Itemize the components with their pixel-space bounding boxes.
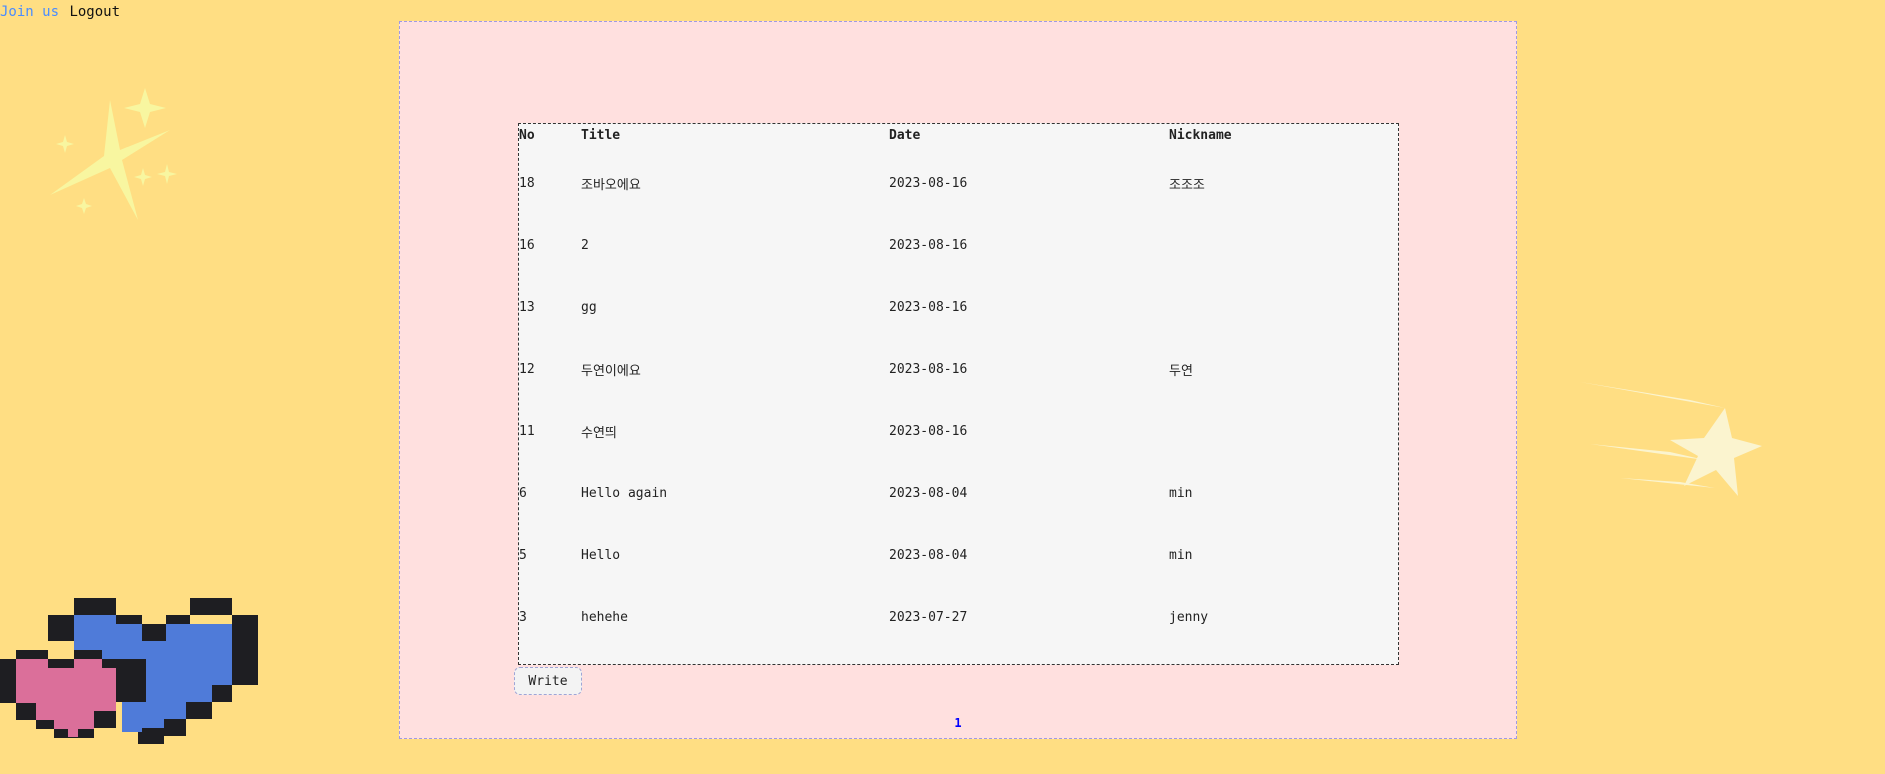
cell-nickname	[1169, 400, 1398, 462]
board-panel: No Title Date Nickname 18 조바오에요 2023-08-…	[399, 21, 1517, 739]
cell-title[interactable]: 두연이에요	[581, 338, 889, 400]
table-row[interactable]: 3 hehehe 2023-07-27 jenny	[519, 586, 1398, 648]
pagination: 1	[400, 716, 1516, 730]
cell-date: 2023-08-04	[889, 485, 968, 501]
logout-link[interactable]: Logout	[69, 4, 120, 20]
cell-date: 2023-08-16	[889, 237, 968, 253]
cell-nickname	[1169, 276, 1398, 338]
cell-nickname	[1169, 214, 1398, 276]
cell-nickname: 조조조	[1169, 177, 1205, 193]
cell-no: 3	[519, 609, 527, 625]
write-button[interactable]: Write	[514, 667, 582, 695]
cell-no: 16	[519, 237, 535, 253]
cell-no: 12	[519, 361, 535, 377]
shooting-star-icon	[1520, 382, 1762, 496]
page-link-current[interactable]: 1	[954, 716, 961, 730]
table-header-row: No Title Date Nickname	[519, 124, 1398, 152]
cell-title[interactable]: 조바오에요	[581, 152, 889, 214]
cell-date: 2023-08-16	[889, 361, 968, 377]
cell-nickname: min	[1169, 547, 1193, 563]
cell-title[interactable]: gg	[581, 276, 889, 338]
cell-title[interactable]: hehehe	[581, 586, 889, 648]
cell-no: 13	[519, 299, 535, 315]
cell-date: 2023-07-27	[889, 609, 968, 625]
cell-no: 11	[519, 423, 535, 439]
cell-title[interactable]: 수연띄	[581, 400, 889, 462]
cell-date: 2023-08-04	[889, 547, 968, 563]
cell-title[interactable]: Hello again	[581, 462, 889, 524]
cell-title[interactable]: Hello	[581, 524, 889, 586]
column-header-nickname: Nickname	[1169, 128, 1232, 143]
cell-date: 2023-08-16	[889, 175, 968, 191]
cell-nickname: 두연	[1169, 363, 1193, 379]
table-row[interactable]: 5 Hello 2023-08-04 min	[519, 524, 1398, 586]
cell-date: 2023-08-16	[889, 299, 968, 315]
column-header-date: Date	[889, 128, 921, 143]
table-row[interactable]: 16 2 2023-08-16	[519, 214, 1398, 276]
cell-nickname: min	[1169, 485, 1193, 501]
pixel-hearts-icon	[0, 598, 258, 744]
table-row[interactable]: 6 Hello again 2023-08-04 min	[519, 462, 1398, 524]
column-header-no: No	[519, 128, 535, 143]
table-row[interactable]: 11 수연띄 2023-08-16	[519, 400, 1398, 462]
cell-no: 5	[519, 547, 527, 563]
cell-title[interactable]: 2	[581, 214, 889, 276]
column-header-title: Title	[581, 128, 621, 143]
cell-date: 2023-08-16	[889, 423, 968, 439]
table-row[interactable]: 18 조바오에요 2023-08-16 조조조	[519, 152, 1398, 214]
cell-nickname: jenny	[1169, 609, 1209, 625]
cell-no: 6	[519, 485, 527, 501]
post-table: No Title Date Nickname 18 조바오에요 2023-08-…	[518, 123, 1399, 665]
join-link[interactable]: Join us	[0, 4, 59, 20]
cell-no: 18	[519, 175, 535, 191]
top-nav: Join us Logout	[0, 4, 120, 20]
table-row[interactable]: 13 gg 2023-08-16	[519, 276, 1398, 338]
table-row[interactable]: 12 두연이에요 2023-08-16 두연	[519, 338, 1398, 400]
sparkle-icon	[50, 88, 177, 220]
